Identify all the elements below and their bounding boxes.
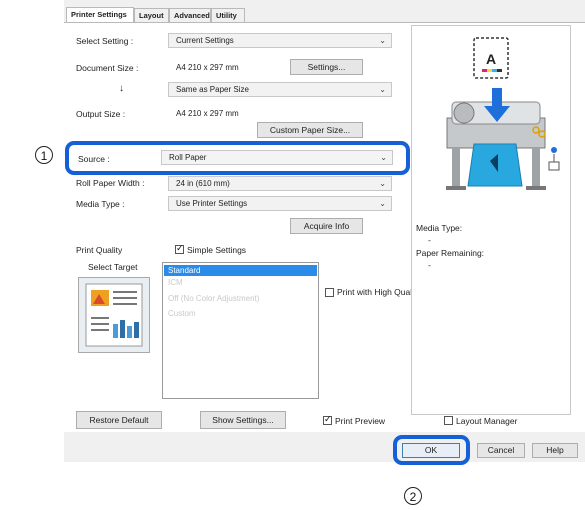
simple-settings-checkbox[interactable]: ✓ (175, 243, 184, 254)
preview-media-type-label: Media Type: (416, 223, 463, 233)
target-option-icm[interactable]: ICM (164, 277, 317, 288)
tab-advanced[interactable]: Advanced (169, 8, 211, 22)
high-quality-label: Print with High Quality (337, 287, 421, 297)
select-setting-label: Select Setting : (76, 36, 134, 46)
chevron-down-icon: ⌄ (379, 36, 386, 45)
chevron-down-icon: ⌄ (379, 85, 386, 94)
print-preview-checkbox[interactable]: ✓ (323, 414, 332, 425)
output-size-label: Output Size : (76, 109, 126, 119)
target-option-off[interactable]: Off (No Color Adjustment) (164, 293, 317, 304)
print-quality-label: Print Quality (76, 245, 123, 255)
preview-paper-remaining-label: Paper Remaining: (416, 248, 485, 258)
chevron-down-icon: ⌄ (379, 199, 386, 208)
printer-preview-pane: A Media Type: - Paper Remaining: - (411, 25, 571, 415)
checkmark-icon: ✓ (324, 414, 332, 424)
preview-paper-remaining-value: - (428, 260, 431, 270)
high-quality-checkbox[interactable] (325, 288, 334, 297)
roll-paper-width-dropdown[interactable]: 24 in (610 mm) ⌄ (168, 176, 392, 191)
show-settings-button[interactable]: Show Settings... (200, 411, 286, 429)
simple-settings-label: Simple Settings (187, 245, 247, 255)
callout-highlight-source (65, 141, 410, 175)
output-size-mode-value: Same as Paper Size (176, 85, 249, 94)
svg-text:A: A (486, 51, 496, 67)
restore-default-button[interactable]: Restore Default (76, 411, 162, 429)
media-type-dropdown[interactable]: Use Printer Settings ⌄ (168, 196, 392, 211)
print-preview-label: Print Preview (335, 416, 386, 426)
printer-illustration: A (446, 37, 560, 190)
output-size-value: A4 210 x 297 mm (176, 109, 239, 118)
target-option-standard[interactable]: Standard (164, 265, 317, 276)
roll-paper-width-label: Roll Paper Width : (76, 178, 145, 188)
target-preview-image (78, 277, 150, 353)
acquire-info-button[interactable]: Acquire Info (290, 218, 363, 234)
roll-paper-width-value: 24 in (610 mm) (176, 179, 230, 188)
tab-layout[interactable]: Layout (134, 8, 169, 22)
chevron-down-icon: ⌄ (379, 179, 386, 188)
callout-number-1: 1 (35, 146, 53, 164)
down-arrow-icon: ↓ (119, 83, 124, 94)
checkmark-icon: ✓ (176, 243, 184, 253)
document-size-label: Document Size : (76, 63, 139, 73)
select-target-label: Select Target (88, 262, 138, 272)
help-button[interactable]: Help (532, 443, 578, 458)
document-thumbnail-icon (85, 283, 143, 347)
select-setting-value: Current Settings (176, 36, 234, 45)
tab-utility[interactable]: Utility (211, 8, 245, 22)
custom-paper-size-button[interactable]: Custom Paper Size... (257, 122, 363, 138)
document-size-value: A4 210 x 297 mm (176, 63, 239, 72)
media-type-label: Media Type : (76, 199, 125, 209)
preview-media-type-value: - (428, 235, 431, 245)
tab-printer-settings[interactable]: Printer Settings (66, 7, 134, 23)
layout-manager-label: Layout Manager (456, 416, 518, 426)
cancel-button[interactable]: Cancel (477, 443, 525, 458)
select-target-listbox[interactable]: Standard ICM Off (No Color Adjustment) C… (162, 262, 319, 399)
media-type-value: Use Printer Settings (176, 199, 248, 208)
callout-highlight-ok (393, 435, 470, 465)
document-settings-button[interactable]: Settings... (290, 59, 363, 75)
select-setting-dropdown[interactable]: Current Settings ⌄ (168, 33, 392, 48)
output-size-mode-dropdown[interactable]: Same as Paper Size ⌄ (168, 82, 392, 97)
layout-manager-checkbox[interactable] (444, 416, 453, 425)
callout-number-2: 2 (404, 487, 422, 505)
target-option-custom[interactable]: Custom (164, 308, 317, 319)
